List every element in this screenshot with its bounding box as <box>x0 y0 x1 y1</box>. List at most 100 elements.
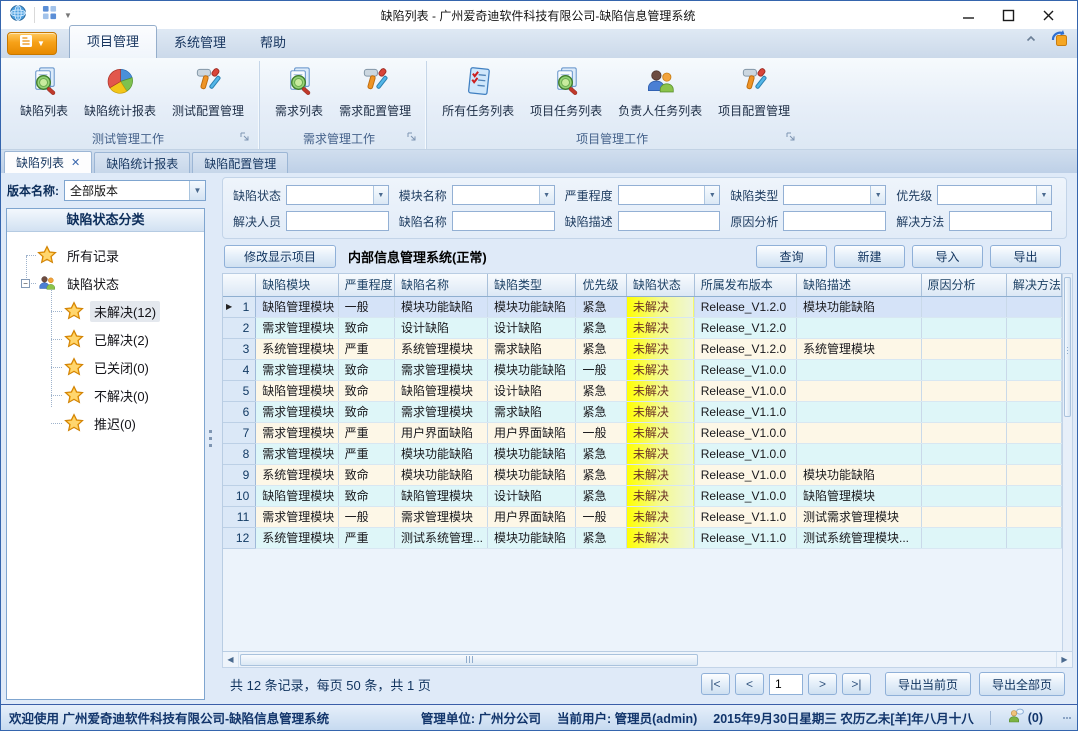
ribbon-button[interactable]: 需求列表 <box>268 62 330 121</box>
tree-item[interactable]: 所有记录 <box>37 241 202 269</box>
filter-input-value[interactable] <box>619 212 720 230</box>
vertical-scrollbar[interactable] <box>1062 273 1073 652</box>
dialog-launcher-icon[interactable] <box>785 131 796 145</box>
grid-row[interactable]: 11需求管理模块一般需求管理模块用户界面缺陷一般未解决Release_V1.1.… <box>223 506 1062 527</box>
filter-input-value[interactable] <box>453 186 539 204</box>
grid-column-header[interactable]: 所属发布版本 <box>694 274 796 296</box>
filter-select[interactable]: ▼ <box>783 185 886 205</box>
filter-select[interactable]: ▼ <box>452 185 555 205</box>
filter-select[interactable]: ▼ <box>937 185 1052 205</box>
filter-input[interactable] <box>949 211 1052 231</box>
grid-row[interactable]: 7需求管理模块严重用户界面缺陷用户界面缺陷一般未解决Release_V1.0.0 <box>223 422 1062 443</box>
ribbon-button[interactable]: 负责人任务列表 <box>611 62 709 121</box>
grid-row[interactable]: 4需求管理模块致命需求管理模块模块功能缺陷一般未解决Release_V1.0.0 <box>223 359 1062 380</box>
ribbon-button[interactable]: 需求配置管理 <box>332 62 418 121</box>
resize-grip-icon[interactable] <box>1063 717 1071 719</box>
vertical-scrollbar-thumb[interactable] <box>1064 277 1071 417</box>
grid-column-header[interactable]: 解决方法 <box>1006 274 1061 296</box>
grid-row[interactable]: ▶1缺陷管理模块一般模块功能缺陷模块功能缺陷紧急未解决Release_V1.2.… <box>223 296 1062 317</box>
message-indicator[interactable]: (0) <box>1007 708 1043 727</box>
toolbar-action-button[interactable]: 查询 <box>756 245 827 268</box>
horizontal-scrollbar[interactable]: ◀ ▶ <box>222 652 1073 668</box>
globe-app-icon[interactable] <box>9 4 27 27</box>
filter-input-value[interactable] <box>950 212 1051 230</box>
combobox-arrow-icon[interactable]: ▼ <box>189 181 205 200</box>
first-page-button[interactable]: |< <box>701 673 730 695</box>
application-menu-button[interactable]: ▼ <box>7 32 57 55</box>
filter-input[interactable] <box>286 211 389 231</box>
prev-page-button[interactable]: < <box>735 673 764 695</box>
grid-row[interactable]: 8需求管理模块严重模块功能缺陷模块功能缺陷紧急未解决Release_V1.0.0 <box>223 443 1062 464</box>
dropdown-arrow-icon[interactable]: ▼ <box>1036 186 1051 204</box>
quick-access-dropdown-icon[interactable]: ▼ <box>64 11 72 20</box>
collapse-ribbon-icon[interactable] <box>1024 32 1038 51</box>
dropdown-arrow-icon[interactable]: ▼ <box>704 186 719 204</box>
sidebar-splitter[interactable] <box>206 173 214 704</box>
tab-close-icon[interactable]: ✕ <box>71 156 80 169</box>
export-all-pages-button[interactable]: 导出全部页 <box>979 672 1065 696</box>
ribbon-button[interactable]: 缺陷列表 <box>13 62 75 121</box>
grid-column-header[interactable]: 缺陷模块 <box>256 274 338 296</box>
tree-item[interactable]: 已关闭(0) <box>64 353 202 381</box>
export-current-page-button[interactable]: 导出当前页 <box>885 672 971 696</box>
grid-row[interactable]: 5缺陷管理模块致命缺陷管理模块设计缺陷紧急未解决Release_V1.0.0 <box>223 380 1062 401</box>
filter-select[interactable]: ▼ <box>618 185 721 205</box>
ribbon-button[interactable]: 项目配置管理 <box>711 62 797 121</box>
filter-input-value[interactable] <box>287 186 373 204</box>
ribbon-tab[interactable]: 系统管理 <box>157 27 243 58</box>
grid-column-header[interactable]: 原因分析 <box>921 274 1006 296</box>
grid-row[interactable]: 3系统管理模块严重系统管理模块需求缺陷紧急未解决Release_V1.2.0系统… <box>223 338 1062 359</box>
version-combobox[interactable]: 全部版本 ▼ <box>64 180 206 201</box>
last-page-button[interactable]: >| <box>842 673 871 695</box>
minimize-button[interactable] <box>955 5 981 25</box>
ribbon-tab[interactable]: 项目管理 <box>69 25 157 58</box>
filter-input-value[interactable] <box>287 212 388 230</box>
toolbar-action-button[interactable]: 导出 <box>990 245 1061 268</box>
filter-input[interactable] <box>783 211 886 231</box>
page-number-input[interactable] <box>769 674 803 695</box>
grid-row[interactable]: 9系统管理模块致命模块功能缺陷模块功能缺陷紧急未解决Release_V1.0.0… <box>223 464 1062 485</box>
scroll-right-icon[interactable]: ▶ <box>1056 652 1072 667</box>
maximize-button[interactable] <box>995 5 1021 25</box>
filter-input-value[interactable] <box>784 186 870 204</box>
document-tab[interactable]: 缺陷配置管理 <box>192 152 288 173</box>
filter-input[interactable] <box>618 211 721 231</box>
grid-column-header[interactable]: 缺陷状态 <box>626 274 694 296</box>
ribbon-button[interactable]: 项目任务列表 <box>523 62 609 121</box>
grid-column-header[interactable]: 缺陷名称 <box>394 274 487 296</box>
ribbon-button[interactable]: 测试配置管理 <box>165 62 251 121</box>
filter-input-value[interactable] <box>453 212 554 230</box>
close-button[interactable] <box>1035 5 1061 25</box>
next-page-button[interactable]: > <box>808 673 837 695</box>
grid-row[interactable]: 10缺陷管理模块致命缺陷管理模块设计缺陷紧急未解决Release_V1.0.0缺… <box>223 485 1062 506</box>
filter-select[interactable]: ▼ <box>286 185 389 205</box>
tree-item[interactable]: 不解决(0) <box>64 381 202 409</box>
ribbon-button[interactable]: 缺陷统计报表 <box>77 62 163 121</box>
document-tab[interactable]: 缺陷列表✕ <box>4 151 92 173</box>
tree-item[interactable]: 未解决(12) <box>64 297 202 325</box>
dropdown-arrow-icon[interactable]: ▼ <box>373 186 388 204</box>
document-tab[interactable]: 缺陷统计报表 <box>94 152 190 173</box>
grid-row[interactable]: 6需求管理模块致命需求管理模块需求缺陷紧急未解决Release_V1.1.0 <box>223 401 1062 422</box>
tree-expander-icon[interactable]: − <box>21 279 30 288</box>
dropdown-arrow-icon[interactable]: ▼ <box>870 186 885 204</box>
horizontal-scrollbar-thumb[interactable] <box>240 654 698 666</box>
grid-column-header[interactable]: 优先级 <box>576 274 626 296</box>
scroll-left-icon[interactable]: ◀ <box>223 652 239 667</box>
grid-column-header[interactable]: 缺陷类型 <box>488 274 576 296</box>
filter-input-value[interactable] <box>784 212 885 230</box>
tree-item[interactable]: 已解决(2) <box>64 325 202 353</box>
tree-item[interactable]: 推迟(0) <box>64 409 202 437</box>
dialog-launcher-icon[interactable] <box>239 131 250 145</box>
style-switch-icon[interactable] <box>1050 29 1069 53</box>
modify-columns-button[interactable]: 修改显示项目 <box>224 245 336 268</box>
filter-input-value[interactable] <box>619 186 705 204</box>
filter-input[interactable] <box>452 211 555 231</box>
ribbon-button[interactable]: 所有任务列表 <box>435 62 521 121</box>
grid-column-header[interactable]: 缺陷描述 <box>797 274 921 296</box>
tree-item[interactable]: −缺陷状态 <box>37 269 202 297</box>
ribbon-tab[interactable]: 帮助 <box>243 27 303 58</box>
grid-row[interactable]: 2需求管理模块致命设计缺陷设计缺陷紧急未解决Release_V1.2.0 <box>223 317 1062 338</box>
grid-row[interactable]: 12系统管理模块严重测试系统管理...模块功能缺陷紧急未解决Release_V1… <box>223 527 1062 548</box>
dropdown-arrow-icon[interactable]: ▼ <box>539 186 554 204</box>
